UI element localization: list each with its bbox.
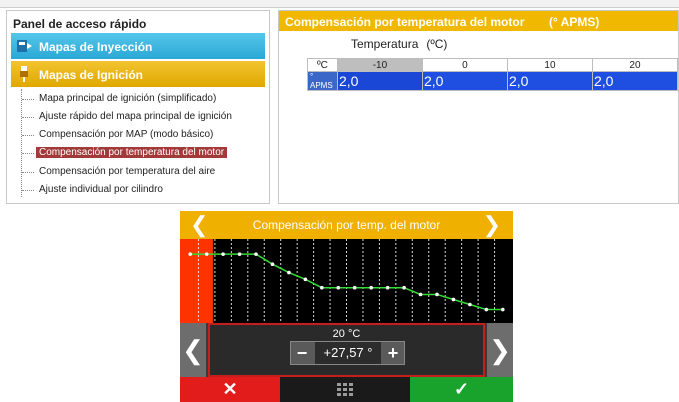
tree-item-label: Compensación por temperatura del aire <box>39 166 216 177</box>
curve-point <box>451 297 456 302</box>
grid-col-header: 20 <box>591 58 678 72</box>
category-ignition-label: Mapas de Ignición <box>39 68 144 82</box>
curve-point <box>287 270 291 275</box>
tree-item-label: Compensación por MAP (modo básico) <box>39 129 214 140</box>
grid-cell[interactable]: 2,0 <box>591 71 678 91</box>
increment-button[interactable]: + <box>382 342 404 364</box>
axis-label: Temperatura <box>351 37 419 51</box>
curve-point <box>352 285 357 290</box>
selected-point-highlight <box>180 239 213 323</box>
curve-point <box>320 285 324 290</box>
curve-point <box>237 252 242 256</box>
grid-row-label: ° APMS <box>307 71 338 91</box>
decrement-button[interactable]: − <box>291 342 313 364</box>
injector-icon <box>17 40 32 52</box>
table-title: Compensación por temperatura del motor <box>285 15 525 29</box>
curve-point <box>270 262 275 266</box>
window-top-strip <box>0 0 679 8</box>
spark-plug-icon <box>20 66 28 82</box>
axis-unit: (ºC) <box>426 37 448 51</box>
curve-point <box>204 252 209 256</box>
curve-point <box>435 292 439 297</box>
grid-menu-icon <box>337 383 353 396</box>
value-editor: ❮ 20 °C − +27,57 ° + ❯ <box>180 323 513 377</box>
prev-point-button[interactable]: ❮ <box>180 323 206 377</box>
curve-point <box>369 285 373 290</box>
curve-point <box>468 302 472 307</box>
curve-point <box>336 285 341 290</box>
grid-col-header: 0 <box>421 58 508 72</box>
grid-header-row: ºC -10 0 10 20 <box>307 58 678 72</box>
axis-header: Temperatura (ºC) <box>351 37 447 51</box>
value-display: +27,57 ° <box>315 342 381 364</box>
category-injection-label: Mapas de Inyección <box>39 40 153 54</box>
compensation-grid: ºC -10 0 10 20 ° APMS 2,0 2,0 2,0 2,0 <box>307 58 678 91</box>
tree-item-label: Mapa principal de ignición (simplificado… <box>39 93 217 104</box>
grid-cell[interactable]: 2,0 <box>336 71 423 91</box>
compensation-table-panel: Compensación por temperatura del motor (… <box>278 10 679 204</box>
temperature-label: 20 °C <box>332 328 361 340</box>
menu-button[interactable] <box>280 377 410 402</box>
tree-item-label: Ajuste rápido del mapa principal de igni… <box>39 111 232 122</box>
category-ignition-maps[interactable]: Mapas de Ignición <box>11 61 265 87</box>
grid-cell[interactable]: 2,0 <box>506 71 593 91</box>
curve-point <box>385 285 390 290</box>
curve-point <box>303 277 308 282</box>
tree-item-label: Ajuste individual por cilindro <box>39 184 163 195</box>
tree-connector <box>21 89 22 197</box>
ecu-device-screen: ❮ Compensación por temp. del motor ❯ ❮ 2… <box>180 211 513 402</box>
curve-point <box>254 252 258 256</box>
curve-point <box>418 292 423 297</box>
curve-point <box>402 285 406 290</box>
device-footer: ✕ ✓ <box>180 377 513 402</box>
quick-access-title: Panel de acceso rápido <box>13 17 147 31</box>
curve-point <box>188 252 193 256</box>
confirm-button[interactable]: ✓ <box>410 377 513 402</box>
device-title: Compensación por temp. del motor <box>252 218 441 232</box>
curve-point <box>221 252 225 256</box>
grid-corner: ºC <box>307 58 338 72</box>
grid-cell[interactable]: 2,0 <box>421 71 508 91</box>
compensation-curve-chart[interactable] <box>180 239 513 323</box>
curve-point <box>484 307 489 312</box>
value-editor-box: 20 °C − +27,57 ° + <box>208 323 485 377</box>
cancel-button[interactable]: ✕ <box>180 377 280 402</box>
grid-col-header: -10 <box>336 58 423 72</box>
category-injection-maps[interactable]: Mapas de Inyección <box>11 33 265 59</box>
curve-point <box>500 307 505 312</box>
header-next-arrow-icon[interactable]: ❯ <box>483 212 501 238</box>
value-stepper: − +27,57 ° + <box>290 341 405 365</box>
tree-item-label: Compensación por temperatura del motor <box>36 147 228 158</box>
quick-access-panel: Panel de acceso rápido Mapas de Inyecció… <box>6 10 270 204</box>
grid-col-header: 10 <box>506 58 593 72</box>
next-point-button[interactable]: ❯ <box>487 323 513 377</box>
software-window: Panel de acceso rápido Mapas de Inyecció… <box>0 0 679 206</box>
device-header: ❮ Compensación por temp. del motor ❯ <box>180 211 513 239</box>
table-unit: (° APMS) <box>549 15 600 29</box>
table-title-bar: Compensación por temperatura del motor (… <box>279 11 678 31</box>
grid-value-row: ° APMS 2,0 2,0 2,0 2,0 <box>307 71 678 91</box>
